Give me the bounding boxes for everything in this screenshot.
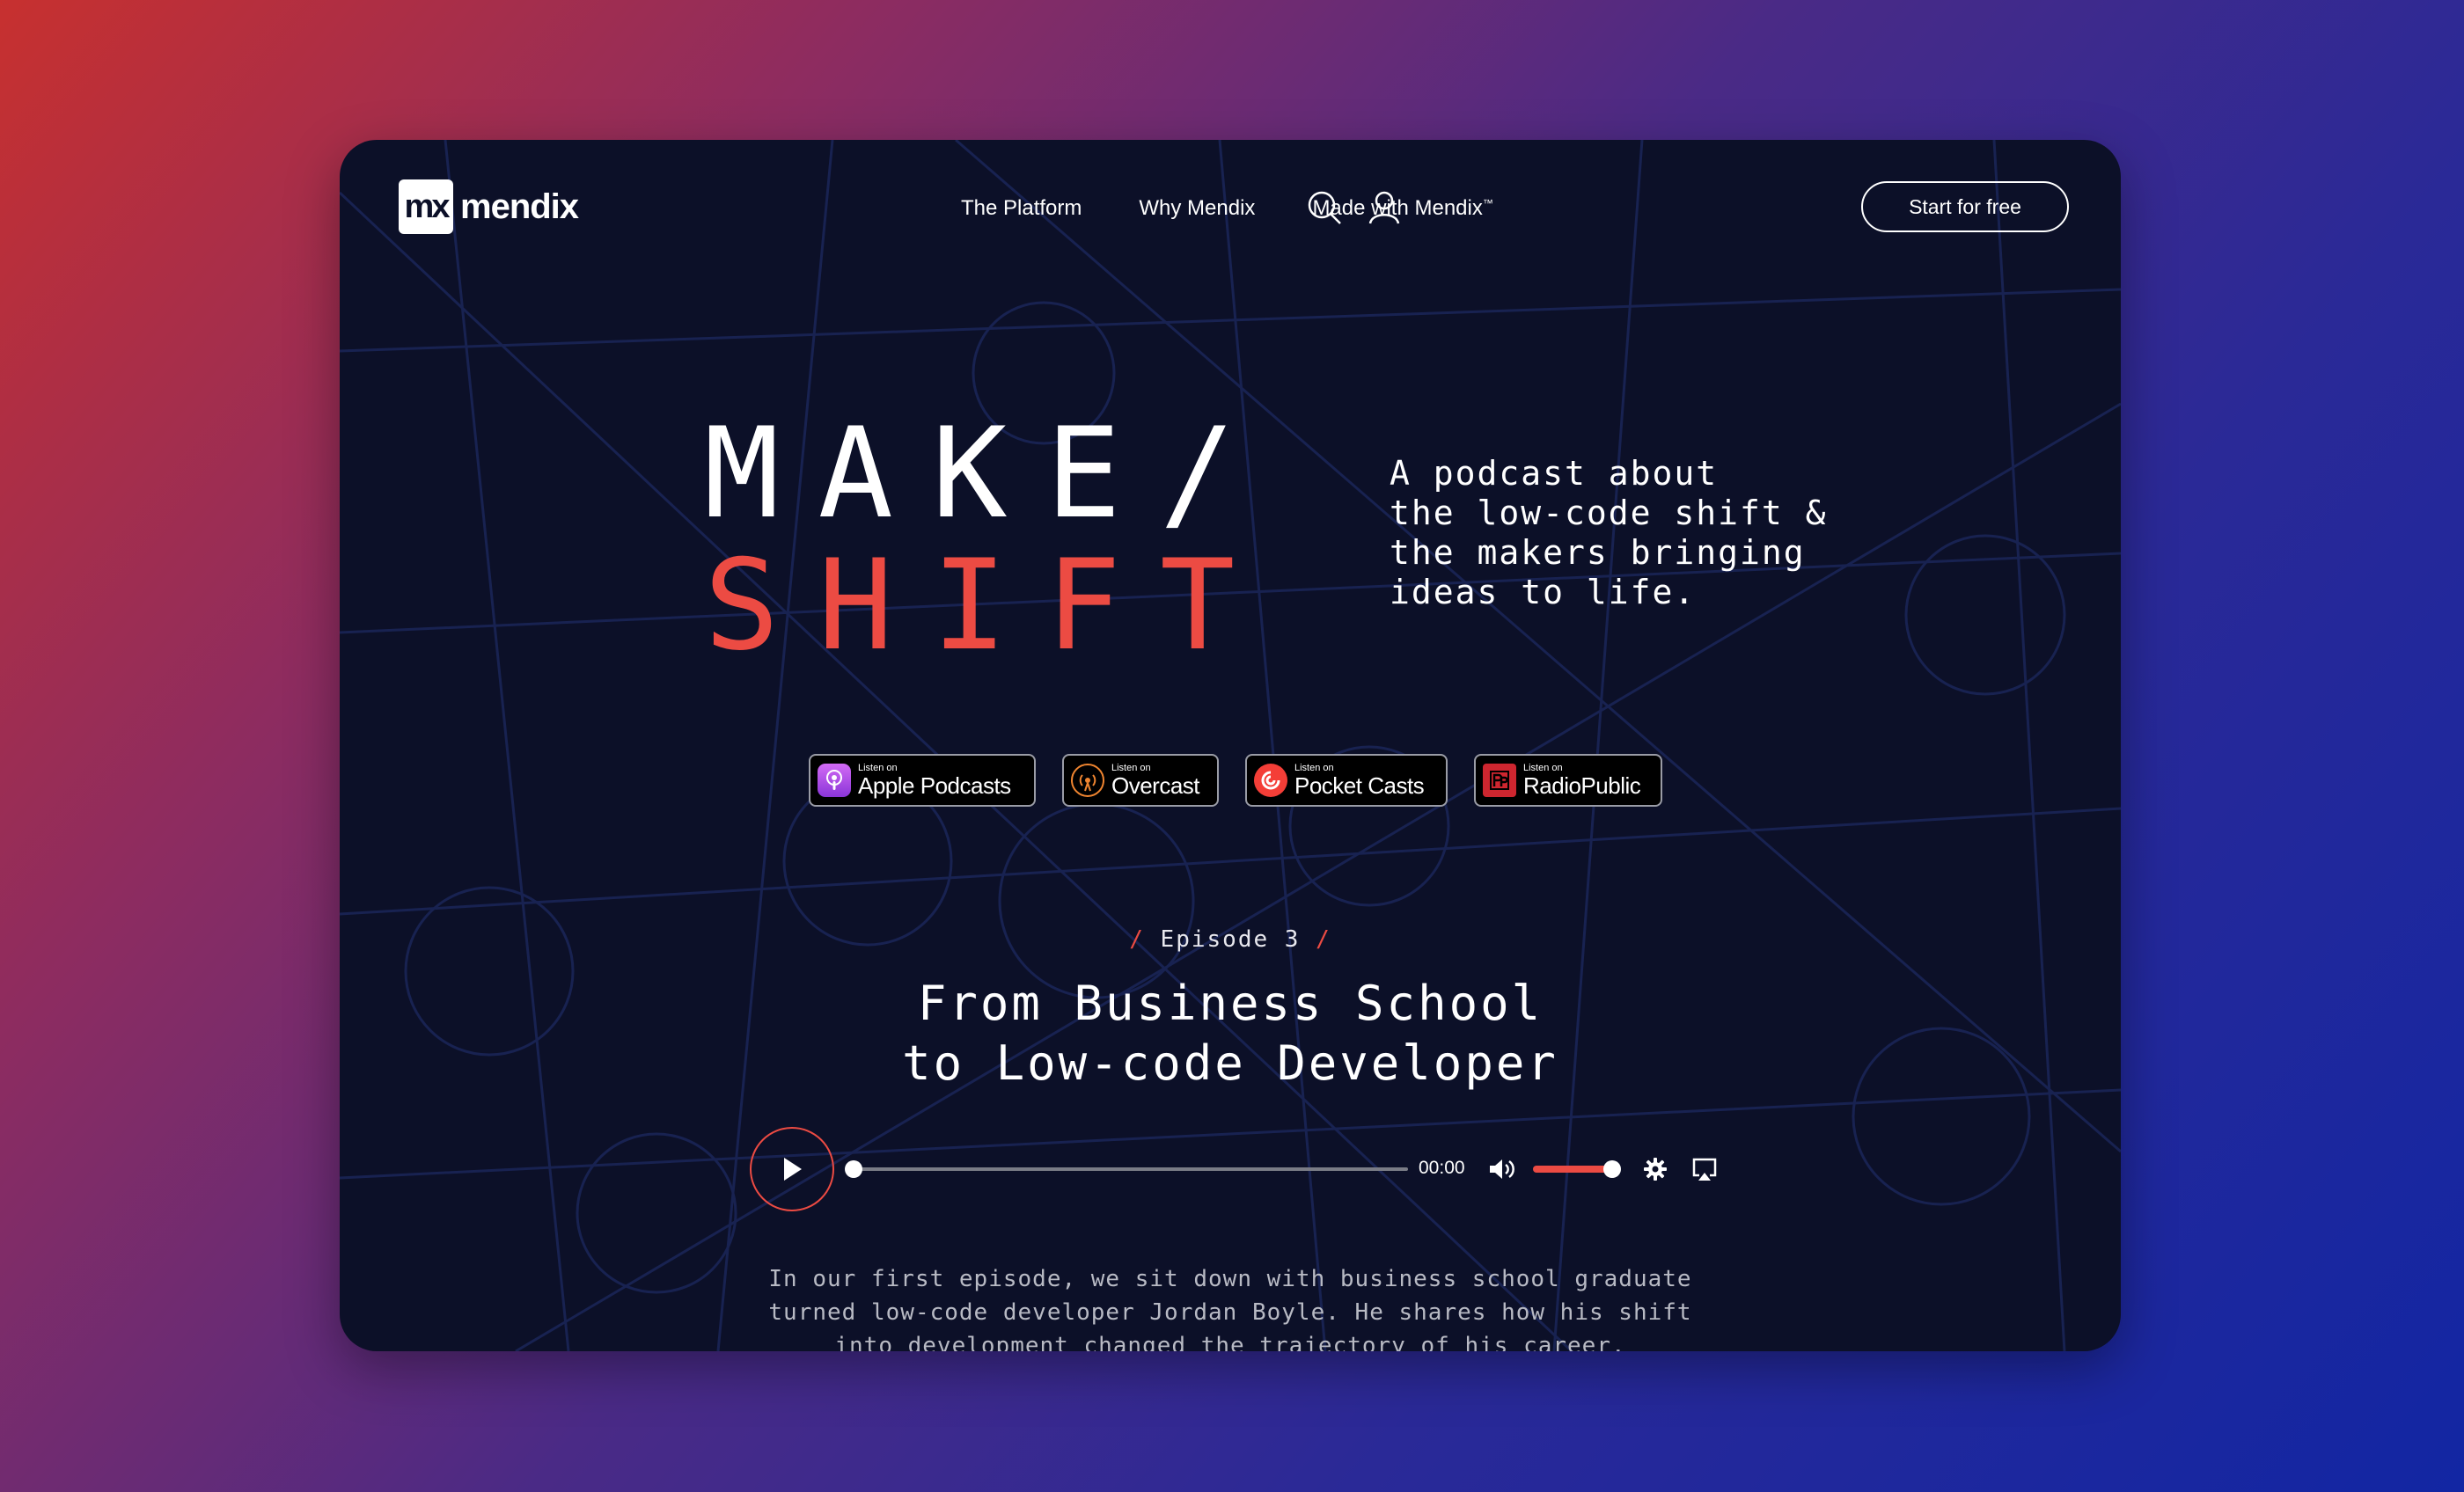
play-button[interactable] bbox=[750, 1127, 834, 1211]
podcast-tagline: A podcast about the low-code shift & the… bbox=[1390, 454, 1828, 611]
episode-title: From Business School to Low-code Develop… bbox=[340, 974, 2121, 1093]
airplay-icon[interactable] bbox=[1691, 1156, 1718, 1182]
episode-title-line1: From Business School bbox=[917, 976, 1544, 1031]
main-nav: The Platform Why Mendix Made with Mendix… bbox=[961, 196, 1493, 221]
listen-badges: Listen on Apple Podcasts Listen on Overc… bbox=[809, 754, 1662, 807]
settings-gear-icon[interactable] bbox=[1642, 1156, 1668, 1182]
start-for-free-button[interactable]: Start for free bbox=[1861, 181, 2069, 232]
slash-right: / bbox=[1316, 926, 1331, 953]
title-shift: SHIFT bbox=[704, 533, 1274, 678]
progress-track[interactable] bbox=[852, 1167, 1408, 1171]
progress-handle[interactable] bbox=[845, 1160, 862, 1178]
play-icon bbox=[784, 1158, 802, 1181]
apple-podcasts-badge[interactable]: Listen on Apple Podcasts bbox=[809, 754, 1036, 807]
overcast-badge[interactable]: Listen on Overcast bbox=[1062, 754, 1219, 807]
trademark-symbol: ™ bbox=[1482, 197, 1493, 209]
radiopublic-badge[interactable]: Listen on RadioPublic bbox=[1474, 754, 1662, 807]
episode-number: Episode 3 bbox=[1160, 926, 1301, 953]
overcast-icon bbox=[1071, 764, 1104, 797]
search-icon[interactable] bbox=[1305, 188, 1344, 227]
radiopublic-icon bbox=[1483, 764, 1516, 797]
pocket-casts-icon bbox=[1254, 764, 1287, 797]
nav-why-mendix[interactable]: Why Mendix bbox=[1139, 196, 1255, 221]
badge-name: RadioPublic bbox=[1523, 772, 1641, 799]
pocket-casts-badge[interactable]: Listen on Pocket Casts bbox=[1245, 754, 1448, 807]
mendix-logo[interactable]: mx mendix bbox=[399, 179, 579, 234]
mendix-logo-mark: mx bbox=[399, 179, 453, 234]
episode-description: In our first episode, we sit down with b… bbox=[768, 1266, 1692, 1351]
user-icon[interactable] bbox=[1365, 188, 1404, 227]
badge-name: Pocket Casts bbox=[1294, 772, 1425, 799]
podcast-page-card: mx mendix The Platform Why Mendix Made w… bbox=[340, 140, 2121, 1351]
volume-handle[interactable] bbox=[1603, 1160, 1621, 1178]
apple-podcasts-icon bbox=[818, 764, 851, 797]
episode-label: / Episode 3 / bbox=[340, 926, 2121, 953]
badge-name: Overcast bbox=[1111, 772, 1200, 799]
volume-slider[interactable] bbox=[1533, 1166, 1614, 1173]
nav-the-platform[interactable]: The Platform bbox=[961, 196, 1082, 221]
time-display: 00:00 bbox=[1419, 1158, 1465, 1178]
episode-title-line2: to Low-code Developer bbox=[902, 1035, 1558, 1091]
badge-name: Apple Podcasts bbox=[858, 772, 1011, 799]
mendix-logo-word: mendix bbox=[460, 186, 579, 226]
slash-left: / bbox=[1129, 926, 1145, 953]
volume-icon[interactable] bbox=[1487, 1157, 1517, 1181]
title-make: MAKE/ bbox=[704, 401, 1274, 546]
